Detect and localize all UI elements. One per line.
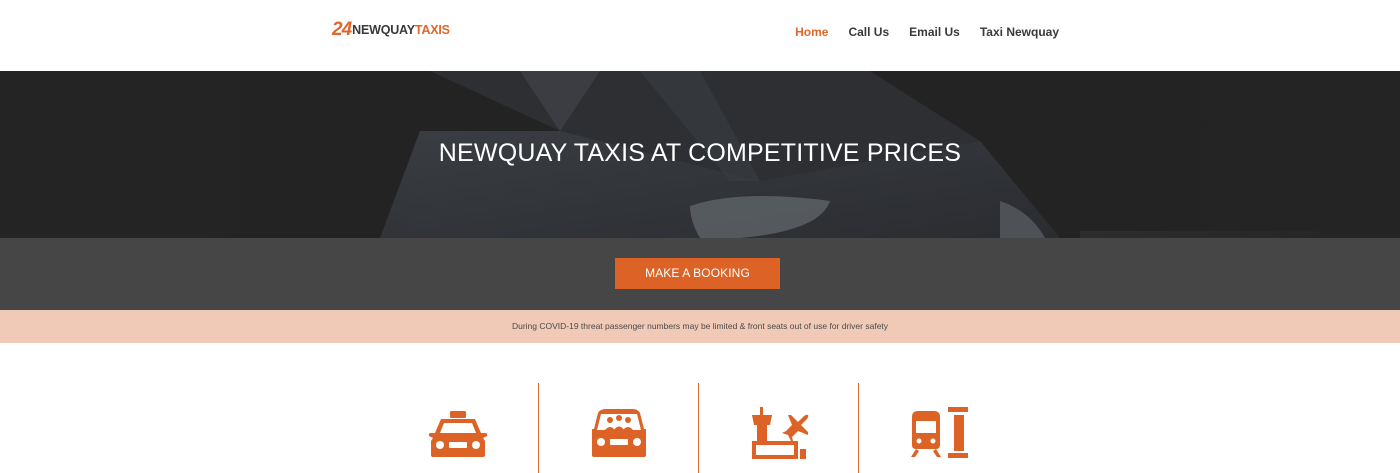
nav-call-us[interactable]: Call Us xyxy=(848,25,889,39)
hero-banner: NEWQUAY TAXIS AT COMPETITIVE PRICES xyxy=(0,71,1400,238)
hero-title: NEWQUAY TAXIS AT COMPETITIVE PRICES xyxy=(438,139,962,167)
site-logo[interactable]: 24 NEWQUAY TAXIS xyxy=(332,19,450,40)
logo-text-taxis: TAXIS xyxy=(414,23,450,37)
nav-home[interactable]: Home xyxy=(795,25,828,39)
main-nav: Home Call Us Email Us Taxi Newquay xyxy=(795,25,1059,39)
service-divider xyxy=(858,383,859,473)
booking-band: MAKE A BOOKING xyxy=(0,238,1400,310)
site-header: 24 NEWQUAY TAXIS Home Call Us Email Us T… xyxy=(0,0,1400,71)
nav-email-us[interactable]: Email Us xyxy=(909,25,960,39)
airport-icon xyxy=(752,407,809,459)
covid-notice: During COVID-19 threat passenger numbers… xyxy=(0,310,1400,343)
logo-number: 24 xyxy=(332,19,352,40)
train-station-icon xyxy=(911,407,968,458)
taxi-icon xyxy=(428,411,488,457)
service-divider xyxy=(538,383,539,473)
minibus-icon xyxy=(592,409,646,457)
service-divider xyxy=(698,383,699,473)
services-section xyxy=(0,343,1400,473)
logo-text-newquay: NEWQUAY xyxy=(352,23,415,37)
nav-taxi-newquay[interactable]: Taxi Newquay xyxy=(980,25,1059,39)
make-booking-button[interactable]: MAKE A BOOKING xyxy=(615,258,780,289)
